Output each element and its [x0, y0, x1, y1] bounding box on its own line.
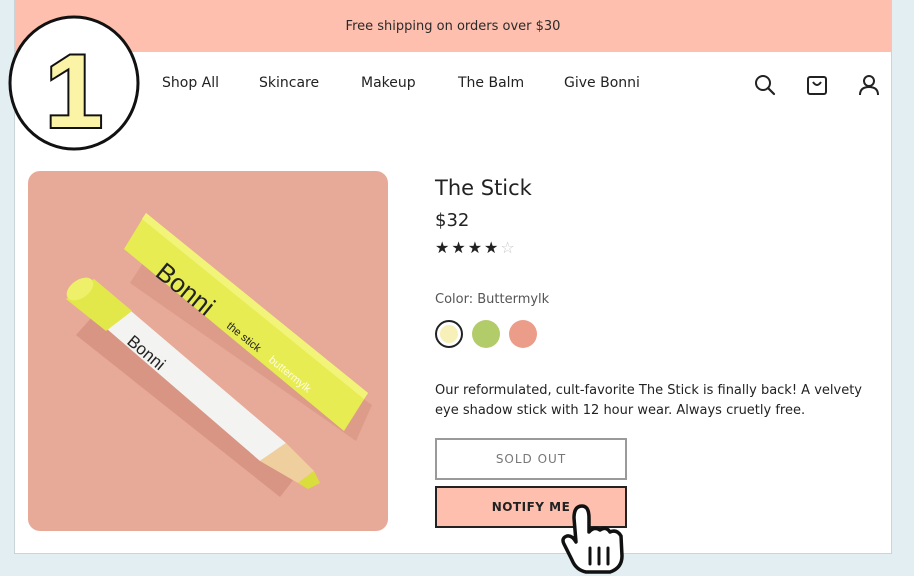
product-price: $32: [435, 210, 470, 231]
product-description: Our reformulated, cult-favorite The Stic…: [435, 383, 862, 418]
page-frame: Free shipping on orders over $30 Shop Al…: [14, 0, 892, 554]
swatch-buttermylk[interactable]: [435, 320, 463, 348]
bag-icon[interactable]: [800, 73, 834, 97]
step-number-badge: 1: [8, 15, 140, 151]
star-filled-icon: ★: [435, 238, 452, 257]
nav-item-skincare[interactable]: Skincare: [259, 75, 361, 91]
star-empty-icon: ☆: [500, 238, 517, 257]
sold-out-button[interactable]: SOLD OUT: [435, 438, 627, 480]
product-illustration: Bonni the stick buttermylk Bonni: [66, 213, 372, 497]
nav-item-shop-all[interactable]: Shop All: [162, 75, 259, 91]
nav-item-give-bonni[interactable]: Give Bonni: [564, 75, 654, 91]
main-nav: Shop All Skincare Makeup The Balm Give B…: [162, 75, 654, 91]
swatch-green[interactable]: [472, 320, 500, 348]
nav-item-the-balm[interactable]: The Balm: [458, 75, 564, 91]
product-title: The Stick: [435, 176, 532, 200]
nav-item-makeup[interactable]: Makeup: [361, 75, 458, 91]
rating-stars: ★★★★☆: [435, 238, 517, 257]
hand-pointer-icon: [561, 504, 624, 574]
step-number: 1: [45, 34, 103, 150]
star-filled-icon: ★: [451, 238, 468, 257]
swatch-pink[interactable]: [509, 320, 537, 348]
header-icons: [748, 73, 886, 97]
star-filled-icon: ★: [484, 238, 501, 257]
product-image: Bonni the stick buttermylk Bonni: [28, 171, 388, 531]
search-icon[interactable]: [748, 73, 782, 97]
account-icon[interactable]: [852, 73, 886, 97]
color-label: Color: Buttermylk: [435, 292, 550, 307]
color-swatches: [435, 320, 537, 348]
shipping-banner: Free shipping on orders over $30: [15, 0, 891, 52]
shipping-banner-text: Free shipping on orders over $30: [345, 18, 561, 34]
star-filled-icon: ★: [467, 238, 485, 257]
